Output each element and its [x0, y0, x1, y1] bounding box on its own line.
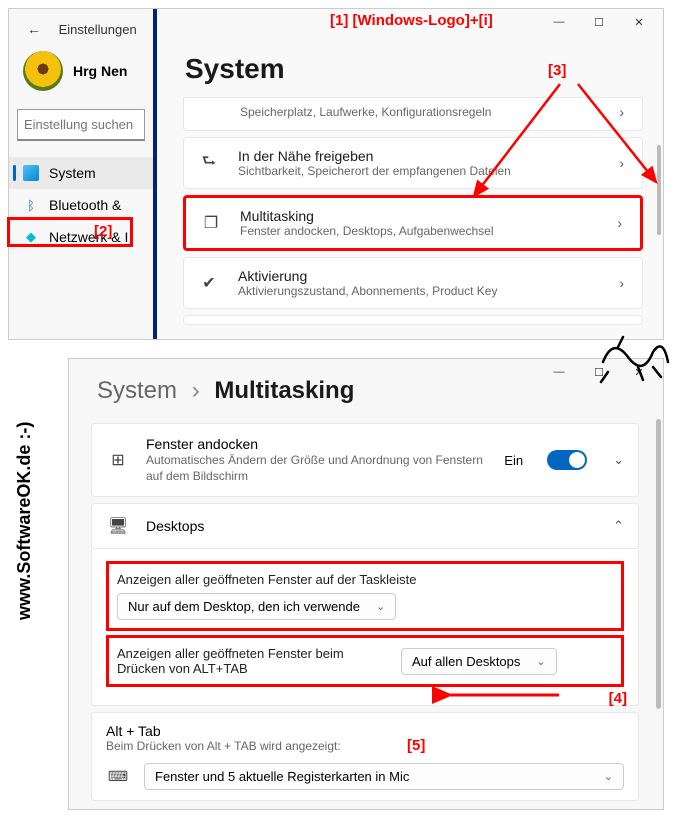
snap-title: Fenster andocken [146, 436, 488, 452]
settings-window-2: — ☐ ✕ System › Multitasking ⊞ Fenster an… [68, 358, 664, 810]
chevron-right-icon: › [617, 215, 626, 231]
credit-text: www.SoftwareOK.de :-) [14, 422, 35, 620]
alttab-windows-row: Anzeigen aller geöffneten Fenster beim D… [106, 635, 624, 687]
desktops-icon: 🖥︎ [106, 516, 130, 536]
dropdown-value: Auf allen Desktops [412, 654, 520, 669]
card-nearby-share[interactable]: ⮑ In der Nähe freigeben Sichtbarkeit, Sp… [183, 137, 643, 189]
nav-label-system: System [49, 165, 96, 181]
toggle-label: Ein [504, 453, 523, 468]
card-partial-bottom[interactable] [183, 315, 643, 325]
card-sub: Fenster andocken, Desktops, Aufgabenwech… [240, 224, 599, 238]
chevron-right-icon: › [619, 275, 628, 291]
nav-item-system[interactable]: System [9, 157, 153, 189]
back-row[interactable]: ← Einstellungen [9, 9, 153, 37]
card-title: Multitasking [240, 208, 599, 224]
scrollbar[interactable] [657, 145, 661, 235]
card-sub: Sichtbarkeit, Speicherort der empfangene… [238, 164, 601, 178]
row-label: Anzeigen aller geöffneten Fenster beim D… [117, 646, 387, 676]
taskbar-windows-row: Anzeigen aller geöffneten Fenster auf de… [106, 561, 624, 631]
dropdown-value: Fenster und 5 aktuelle Registerkarten in… [155, 769, 409, 784]
alttab-windows-dropdown[interactable]: Auf allen Desktops ⌄ [401, 648, 557, 675]
alt-tab-card: Alt + Tab Beim Drücken von Alt + TAB wir… [91, 712, 639, 801]
dropdown-value: Nur auf dem Desktop, den ich verwende [128, 599, 360, 614]
monitor-icon [23, 165, 39, 181]
minimize-button[interactable]: — [539, 361, 579, 383]
chevron-down-icon[interactable]: ⌄ [613, 452, 624, 468]
snap-sub: Automatisches Ändern der Größe und Anord… [146, 452, 488, 484]
avatar [23, 51, 63, 91]
multitask-icon: ❐ [200, 213, 222, 233]
card-sub: Aktivierungszustand, Abonnements, Produc… [238, 284, 601, 298]
card-title: In der Nähe freigeben [238, 148, 601, 164]
main-panel: — ☐ ✕ System Speicherplatz, Laufwerke, K… [161, 9, 663, 339]
desktops-title: Desktops [146, 518, 587, 534]
breadcrumb-root[interactable]: System [97, 377, 177, 404]
annotation-5: [5] [407, 737, 425, 754]
doodle-decoration [593, 332, 673, 392]
annotation-1: [1] [Windows-Logo]+[i] [330, 12, 493, 29]
alttab-sub: Beim Drücken von Alt + TAB wird angezeig… [106, 739, 624, 753]
annotation-3: [3] [548, 62, 566, 79]
page-title: System [161, 33, 663, 91]
minimize-button[interactable]: — [539, 11, 579, 33]
desktops-panel: Anzeigen aller geöffneten Fenster auf de… [91, 549, 639, 706]
nav-label-bluetooth: Bluetooth & [49, 197, 121, 213]
snap-windows-card[interactable]: ⊞ Fenster andocken Automatisches Ändern … [91, 423, 639, 497]
alttab-icon: ⌨ [106, 768, 130, 785]
close-button[interactable]: ✕ [619, 11, 659, 33]
alttab-title: Alt + Tab [106, 723, 624, 739]
chevron-right-icon: › [619, 155, 628, 171]
username: Hrg Nen [73, 63, 127, 79]
card-multitasking[interactable]: ❐ Multitasking Fenster andocken, Desktop… [183, 195, 643, 251]
card-title: Aktivierung [238, 268, 601, 284]
settings-label: Einstellungen [59, 22, 137, 37]
chevron-up-icon[interactable]: ⌃ [613, 518, 624, 534]
chevron-down-icon: ⌄ [536, 655, 545, 668]
bluetooth-icon: ᛒ [23, 197, 39, 213]
chevron-down-icon: ⌄ [604, 770, 613, 783]
scrollbar[interactable] [656, 419, 661, 709]
highlight-box-system [7, 217, 133, 247]
settings-cards: Speicherplatz, Laufwerke, Konfigurations… [161, 97, 663, 325]
maximize-button[interactable]: ☐ [579, 11, 619, 33]
card-activation[interactable]: ✔ Aktivierung Aktivierungszustand, Abonn… [183, 257, 643, 309]
snap-toggle[interactable] [547, 450, 587, 470]
search-box[interactable]: 🔍 [17, 109, 145, 141]
chevron-right-icon: › [192, 377, 200, 404]
annotation-4: [4] [609, 690, 627, 707]
nav-sidebar: ← Einstellungen Hrg Nen 🔍 System ᛒ Bluet… [9, 9, 157, 339]
back-arrow-icon[interactable]: ← [27, 21, 41, 37]
taskbar-windows-dropdown[interactable]: Nur auf dem Desktop, den ich verwende ⌄ [117, 593, 396, 620]
check-circle-icon: ✔ [198, 273, 220, 293]
settings-window-1: ← Einstellungen Hrg Nen 🔍 System ᛒ Bluet… [8, 8, 664, 340]
card-sub: Speicherplatz, Laufwerke, Konfigurations… [240, 105, 601, 119]
chevron-down-icon: ⌄ [376, 600, 385, 613]
share-icon: ⮑ [198, 150, 220, 177]
window2-body: ⊞ Fenster andocken Automatisches Ändern … [69, 417, 663, 801]
alttab-dropdown[interactable]: Fenster und 5 aktuelle Registerkarten in… [144, 763, 624, 790]
breadcrumb-leaf: Multitasking [214, 377, 354, 404]
chevron-right-icon: › [619, 104, 628, 120]
snap-layout-icon: ⊞ [106, 450, 130, 470]
card-storage-partial[interactable]: Speicherplatz, Laufwerke, Konfigurations… [183, 97, 643, 131]
desktops-card[interactable]: 🖥︎ Desktops ⌃ [91, 503, 639, 549]
profile-block[interactable]: Hrg Nen [9, 37, 153, 91]
row-label: Anzeigen aller geöffneten Fenster auf de… [117, 572, 613, 587]
